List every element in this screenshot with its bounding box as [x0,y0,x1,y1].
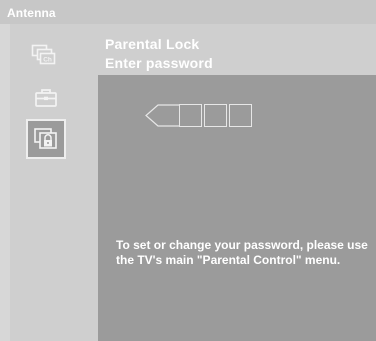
sidebar-item-toolbox[interactable] [32,86,60,110]
section-title: Antenna [7,6,56,20]
password-digit-4[interactable] [229,104,252,127]
sidebar [10,24,98,341]
top-header-bar: Antenna [0,0,376,24]
channel-icon-label: Ch [43,56,52,63]
page-title: Parental Lock [105,36,200,52]
info-message: To set or change your password, please u… [116,238,368,267]
tv-settings-screen: Antenna Parental Lock Enter password Ch [0,0,376,341]
left-arrow-indicator-icon [145,104,180,127]
toolbox-icon [35,89,57,107]
password-digit-2[interactable] [179,104,202,127]
password-input-cursor [145,104,181,127]
page-subtitle: Enter password [105,55,213,71]
sidebar-item-channel[interactable]: Ch [30,43,58,67]
sidebar-item-parental-lock[interactable] [26,119,66,159]
parental-lock-icon [34,128,57,149]
channel-ch-icon: Ch [31,44,56,65]
password-digit-3[interactable] [204,104,227,127]
